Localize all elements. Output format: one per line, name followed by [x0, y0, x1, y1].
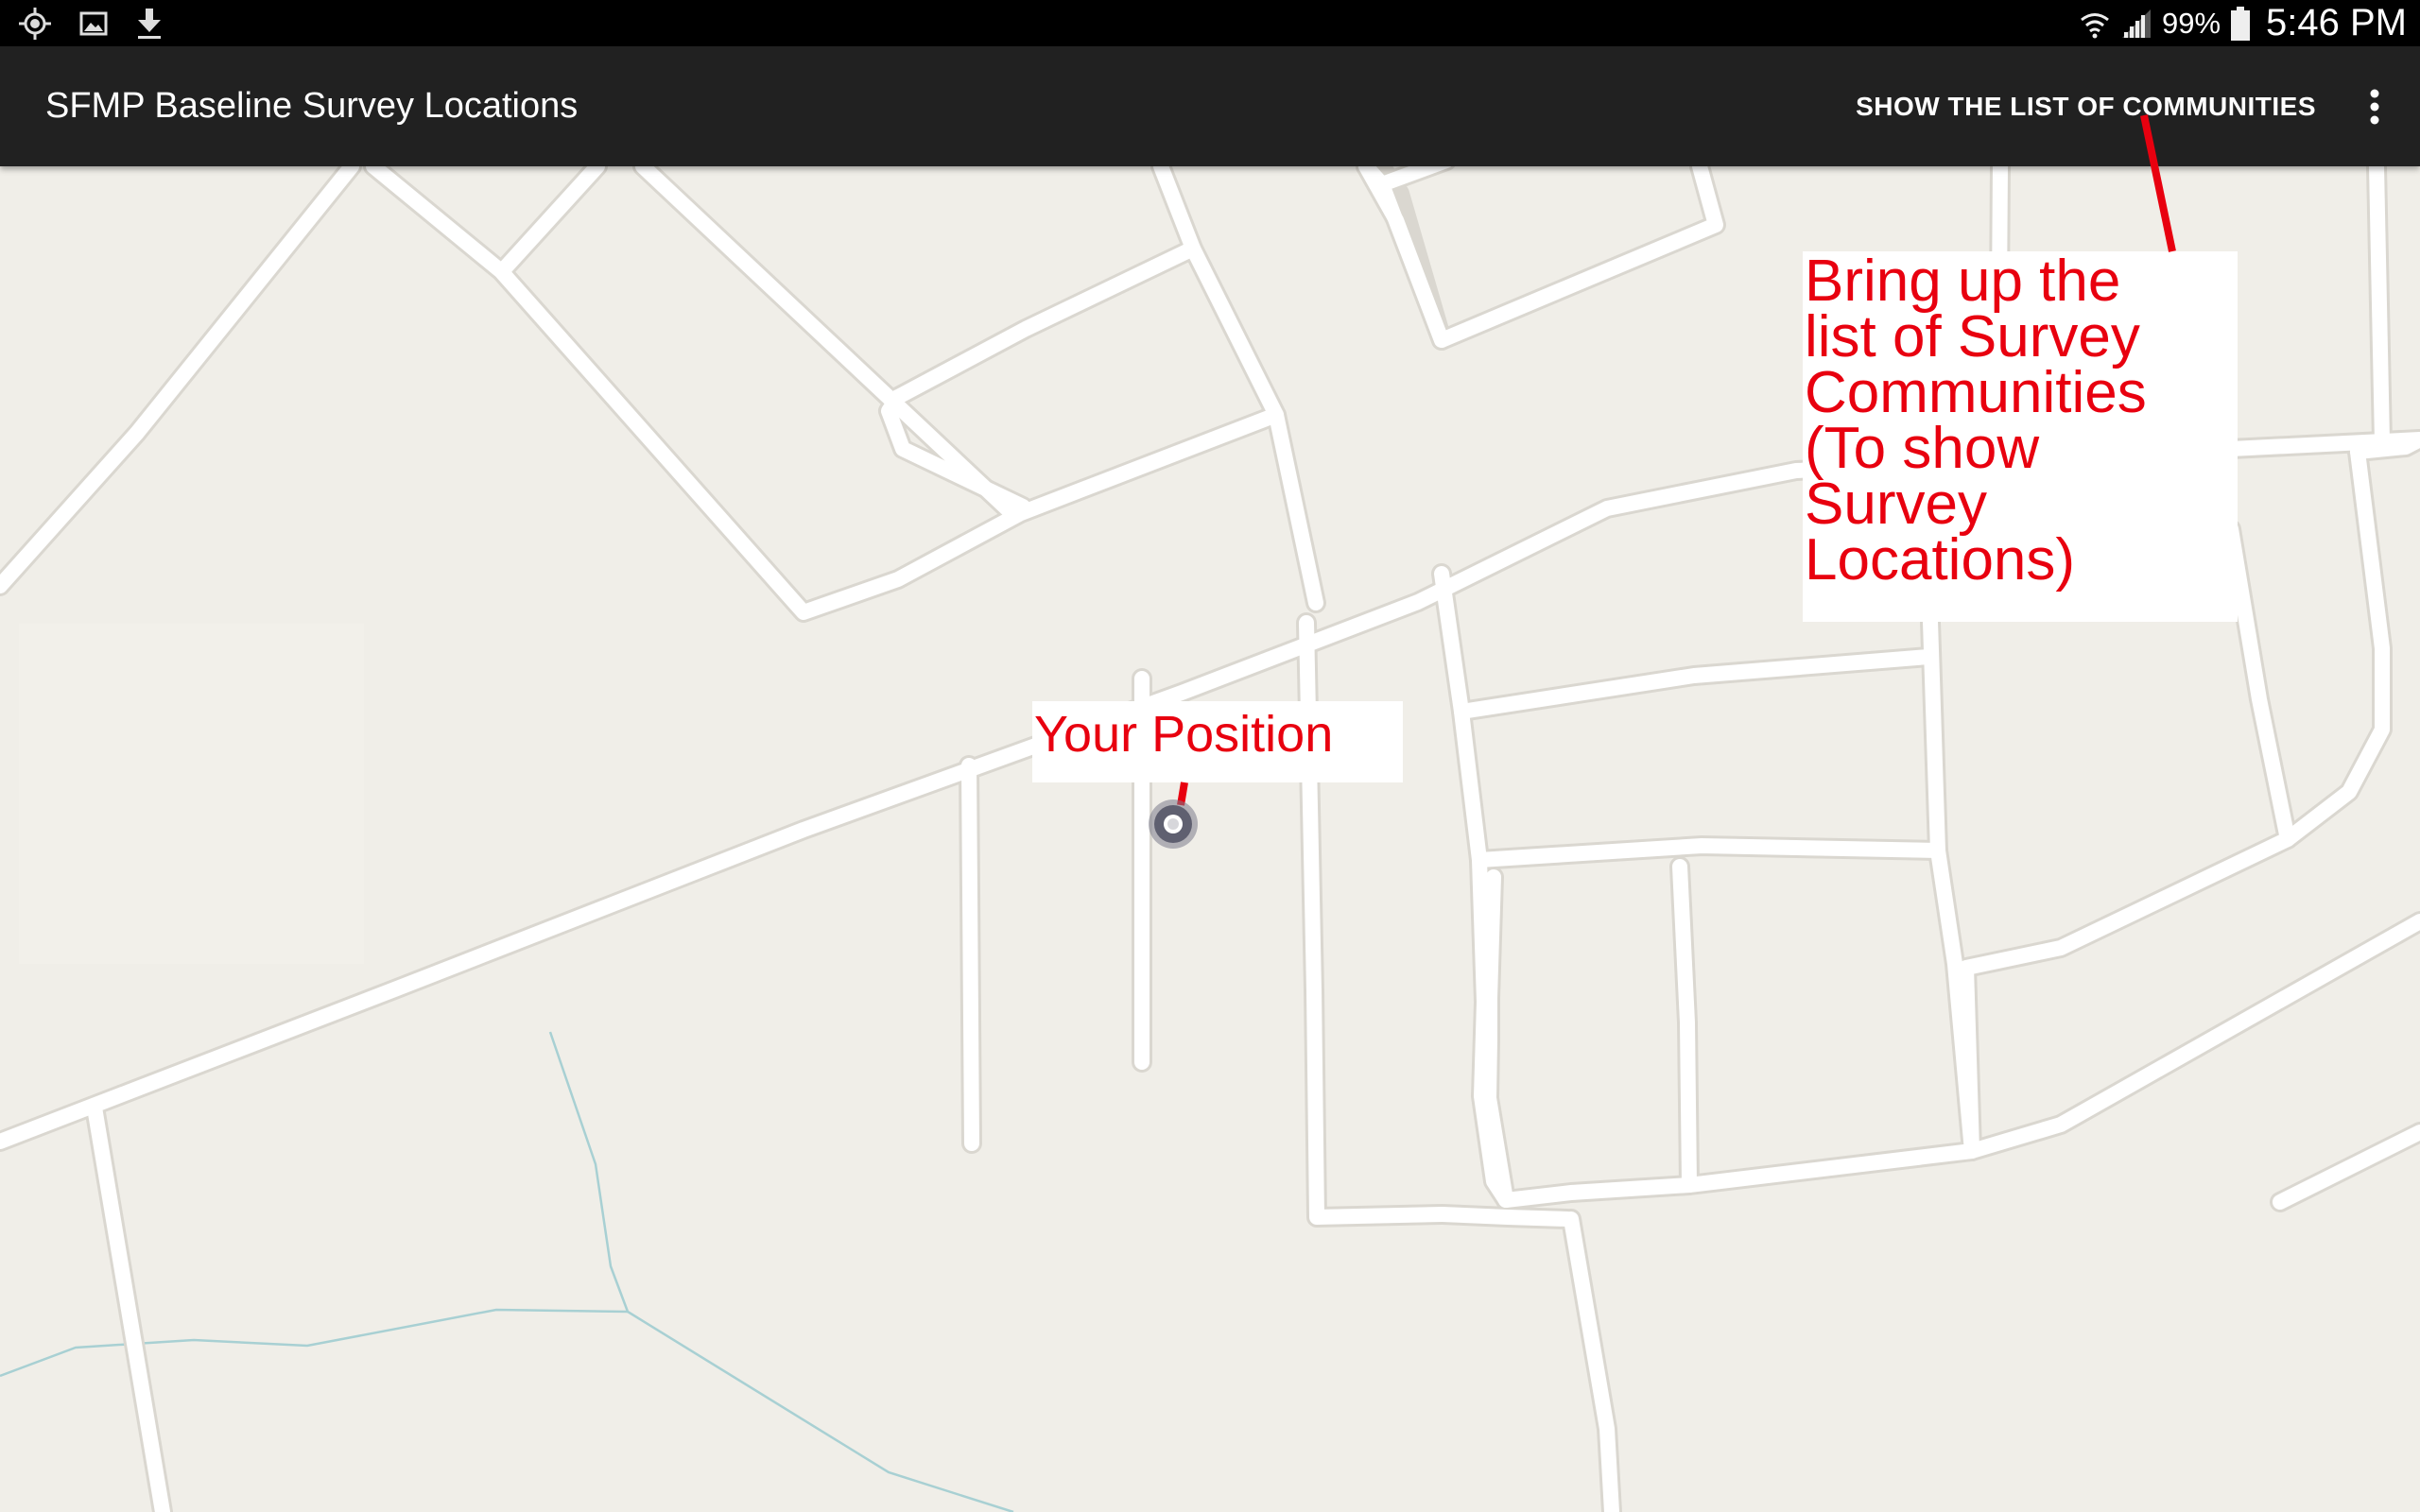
- show-communities-button[interactable]: SHOW THE LIST OF COMMUNITIES: [1856, 46, 2316, 166]
- my-location-icon[interactable]: [1148, 799, 1199, 850]
- battery-icon: [2230, 6, 2251, 42]
- gps-icon: [17, 6, 53, 42]
- more-vert-icon[interactable]: [2346, 46, 2403, 166]
- status-right-icons: 99% 5:46 PM: [2079, 0, 2407, 46]
- your-position-callout: Your Position: [1032, 701, 1403, 782]
- status-left-icons: [17, 6, 164, 42]
- battery-percent: 99%: [2161, 6, 2221, 40]
- signal-icon: [2120, 8, 2152, 40]
- download-icon: [134, 7, 164, 41]
- app-screen: 99% 5:46 PM SFMP Baseline Survey Locatio…: [0, 0, 2420, 1512]
- status-bar: 99% 5:46 PM: [0, 0, 2420, 46]
- wifi-icon: [2079, 8, 2111, 40]
- status-clock: 5:46 PM: [2266, 2, 2407, 43]
- action-bar: SFMP Baseline Survey Locations SHOW THE …: [0, 46, 2420, 166]
- image-icon: [79, 9, 108, 38]
- app-title: SFMP Baseline Survey Locations: [45, 86, 579, 126]
- communities-list-callout: Bring up the list of Survey Communities …: [1803, 251, 2238, 622]
